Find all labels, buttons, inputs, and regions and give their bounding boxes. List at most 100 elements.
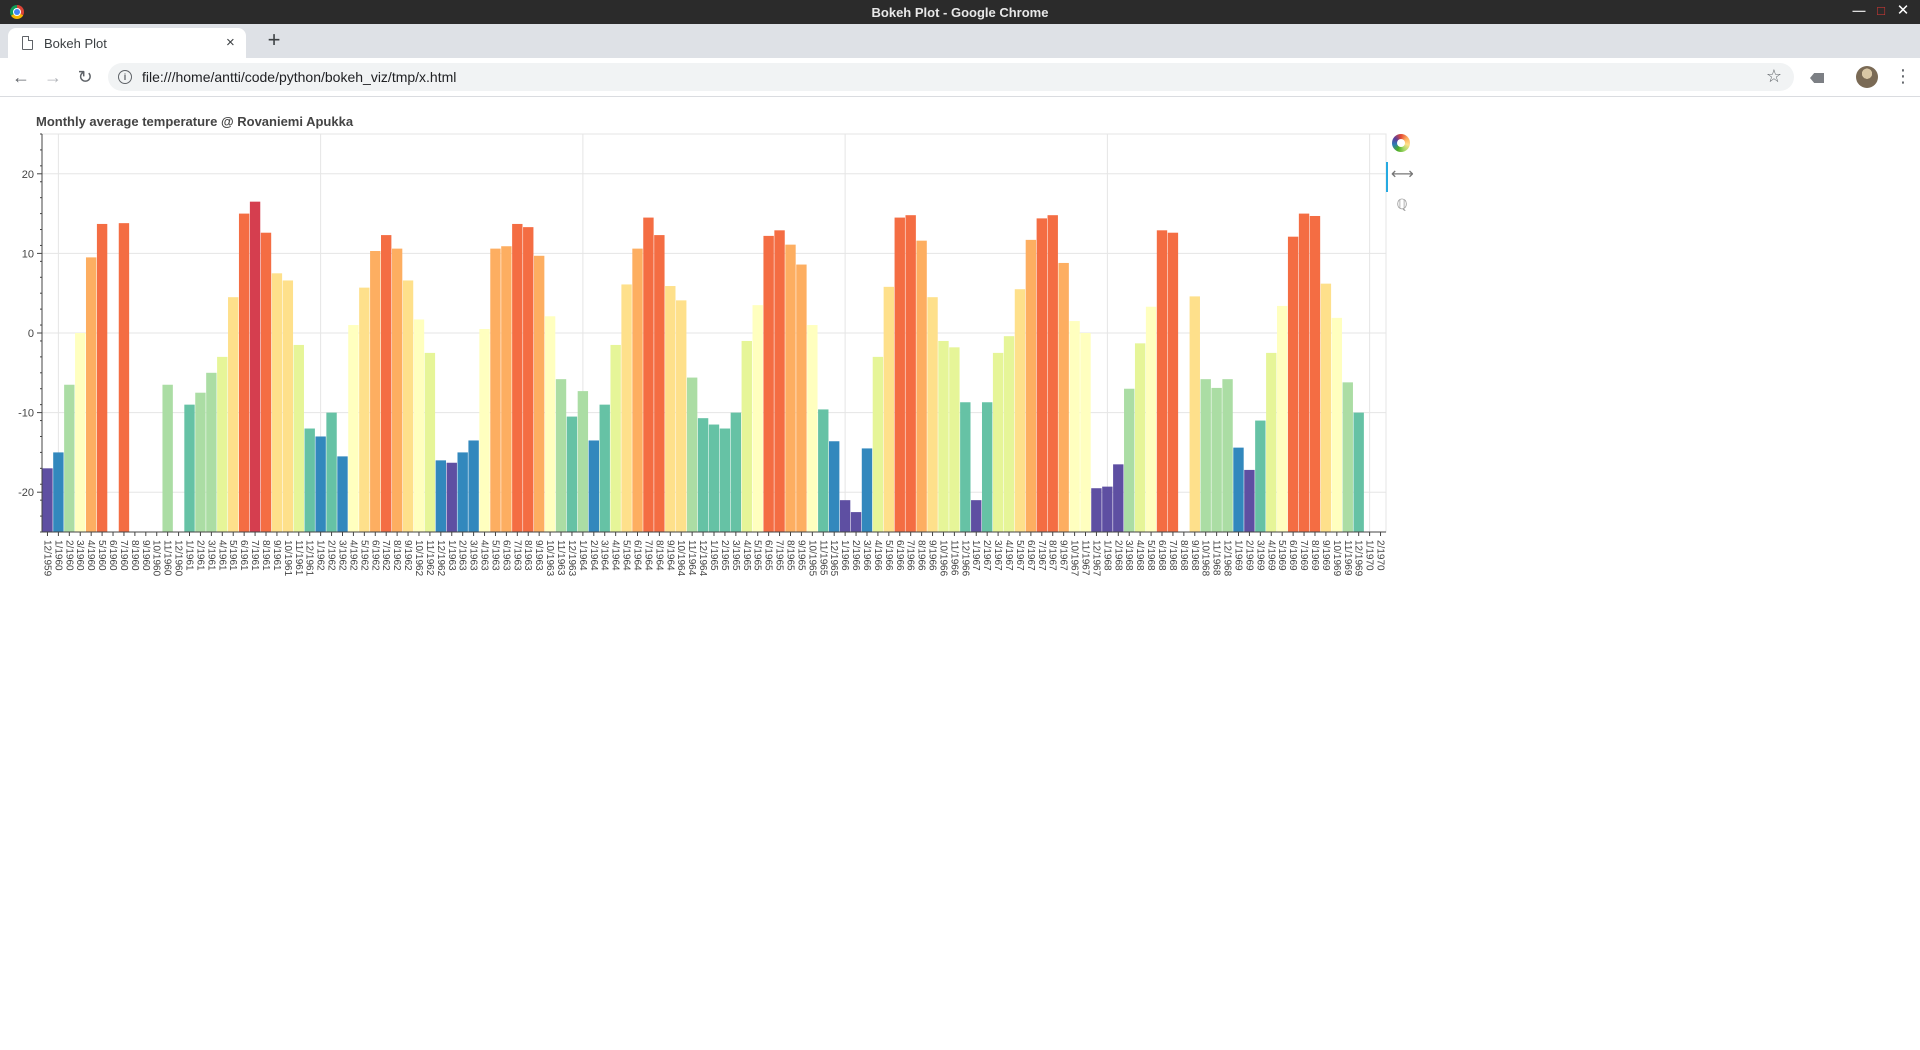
- bar[interactable]: [391, 248, 403, 532]
- bar[interactable]: [916, 240, 927, 532]
- bar[interactable]: [949, 347, 960, 532]
- extension-icon[interactable]: [1810, 73, 1824, 83]
- bar[interactable]: [238, 213, 250, 532]
- bar[interactable]: [654, 235, 665, 533]
- bar[interactable]: [992, 352, 1004, 532]
- bar[interactable]: [1222, 379, 1233, 532]
- bar[interactable]: [1189, 296, 1200, 532]
- bar[interactable]: [501, 246, 512, 532]
- url-text[interactable]: file:///home/antti/code/python/bokeh_viz…: [142, 69, 456, 85]
- bar[interactable]: [960, 402, 971, 532]
- bar[interactable]: [1309, 215, 1321, 532]
- bar[interactable]: [1167, 232, 1179, 533]
- bar[interactable]: [1156, 230, 1168, 533]
- bar[interactable]: [228, 297, 239, 532]
- bar[interactable]: [566, 416, 578, 532]
- bar[interactable]: [697, 418, 709, 532]
- bar[interactable]: [184, 404, 195, 532]
- bar[interactable]: [643, 217, 654, 532]
- bar[interactable]: [1102, 486, 1113, 532]
- bar[interactable]: [523, 227, 534, 532]
- bar[interactable]: [490, 248, 501, 532]
- bar[interactable]: [1080, 333, 1091, 532]
- bar[interactable]: [1058, 262, 1069, 532]
- bar[interactable]: [829, 441, 840, 532]
- bar[interactable]: [719, 428, 731, 532]
- bar[interactable]: [370, 251, 381, 532]
- bar[interactable]: [883, 286, 895, 532]
- bokeh-logo-icon[interactable]: [1392, 134, 1410, 152]
- bar[interactable]: [64, 384, 75, 532]
- bar[interactable]: [708, 424, 720, 532]
- bar[interactable]: [315, 436, 326, 532]
- bar[interactable]: [807, 325, 818, 532]
- tab-bokeh-plot[interactable]: Bokeh Plot ×: [8, 28, 246, 58]
- bar[interactable]: [1244, 469, 1255, 532]
- bar[interactable]: [75, 333, 86, 532]
- bar[interactable]: [1255, 420, 1266, 532]
- bar[interactable]: [632, 248, 643, 532]
- bar[interactable]: [752, 305, 763, 532]
- bar[interactable]: [730, 412, 742, 532]
- bar[interactable]: [424, 352, 436, 532]
- bar[interactable]: [621, 284, 632, 532]
- bar[interactable]: [337, 456, 348, 532]
- bar[interactable]: [42, 468, 53, 532]
- minimize-icon[interactable]: —: [1851, 3, 1867, 19]
- bar[interactable]: [610, 344, 621, 532]
- bar[interactable]: [676, 300, 687, 532]
- bar[interactable]: [468, 440, 479, 532]
- bar[interactable]: [1124, 388, 1135, 532]
- site-info-icon[interactable]: i: [118, 70, 132, 84]
- bar[interactable]: [282, 280, 294, 532]
- bar[interactable]: [774, 230, 785, 533]
- bar[interactable]: [555, 379, 567, 532]
- bar[interactable]: [359, 287, 370, 532]
- bar[interactable]: [1145, 306, 1157, 532]
- bar[interactable]: [96, 223, 108, 532]
- bar[interactable]: [1287, 236, 1299, 532]
- pan-tool-icon[interactable]: ⟷: [1391, 164, 1414, 184]
- bar[interactable]: [1014, 289, 1026, 532]
- bar[interactable]: [1211, 387, 1222, 532]
- bar[interactable]: [457, 452, 468, 532]
- bar[interactable]: [1047, 215, 1058, 532]
- bar[interactable]: [905, 215, 916, 532]
- forward-button[interactable]: →: [42, 66, 64, 88]
- bar[interactable]: [861, 448, 873, 532]
- bar[interactable]: [1113, 464, 1124, 532]
- bar[interactable]: [118, 223, 130, 533]
- bar[interactable]: [785, 244, 796, 533]
- bar[interactable]: [1342, 382, 1353, 532]
- maximize-icon[interactable]: □: [1873, 3, 1889, 19]
- bar[interactable]: [85, 257, 97, 532]
- bar[interactable]: [260, 232, 272, 533]
- bar[interactable]: [293, 344, 304, 532]
- bar[interactable]: [53, 452, 64, 532]
- bar[interactable]: [1331, 317, 1343, 532]
- close-window-icon[interactable]: ✕: [1895, 3, 1911, 19]
- bar[interactable]: [217, 356, 228, 532]
- bar[interactable]: [971, 500, 982, 532]
- bar[interactable]: [1266, 352, 1277, 532]
- bar[interactable]: [981, 402, 993, 532]
- bar[interactable]: [763, 235, 774, 532]
- bar[interactable]: [938, 340, 949, 532]
- bar[interactable]: [1320, 283, 1332, 532]
- bar[interactable]: [818, 409, 829, 532]
- bar[interactable]: [348, 325, 359, 532]
- bar[interactable]: [1200, 379, 1211, 532]
- bar[interactable]: [850, 512, 862, 532]
- bar[interactable]: [533, 255, 545, 532]
- bar[interactable]: [839, 500, 851, 532]
- wheel-zoom-tool-icon[interactable]: ℚ: [1391, 196, 1413, 213]
- bar[interactable]: [1036, 218, 1047, 532]
- bar[interactable]: [544, 316, 556, 532]
- bar-chart[interactable]: -20-100102012/1959 1/1960 2/1960 3/1960 4/19…: [0, 96, 1390, 596]
- bar[interactable]: [894, 217, 905, 532]
- bar[interactable]: [249, 201, 261, 532]
- bar[interactable]: [162, 384, 173, 532]
- bar[interactable]: [1277, 305, 1288, 532]
- bar[interactable]: [577, 391, 589, 532]
- new-tab-button[interactable]: +: [262, 29, 286, 53]
